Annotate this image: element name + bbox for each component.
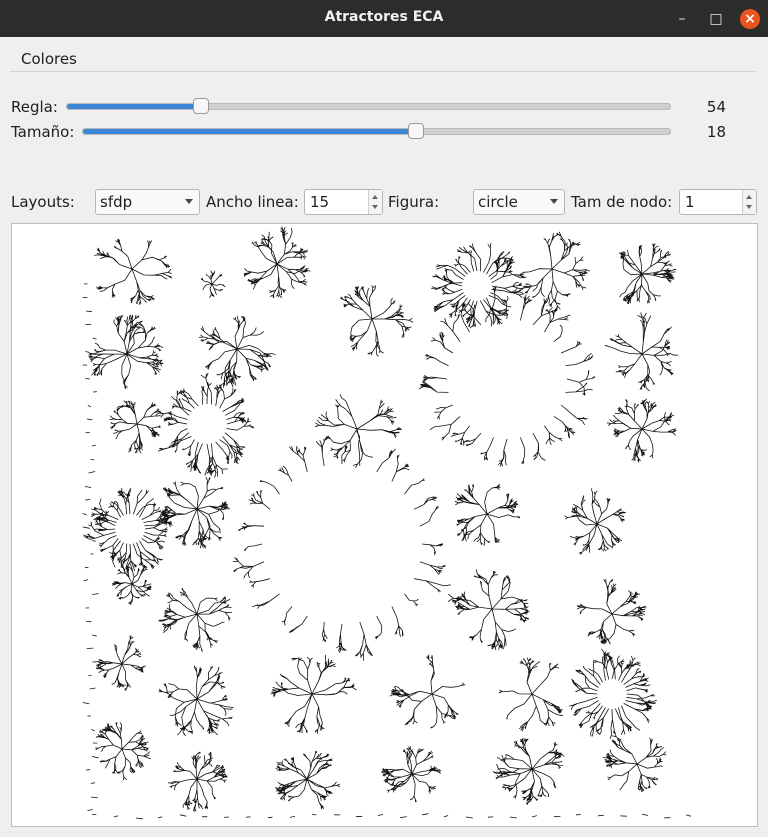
graph-visualization — [82, 226, 692, 820]
regla-slider[interactable] — [66, 98, 671, 114]
ancho-linea-spinbox[interactable]: 15 — [304, 189, 383, 215]
spin-up-icon[interactable] — [372, 195, 378, 199]
tamano-slider-fill — [83, 129, 415, 134]
spin-up-icon[interactable] — [746, 195, 752, 199]
minimize-icon[interactable]: – — [672, 9, 692, 29]
tam-nodo-label: Tam de nodo: — [571, 193, 673, 211]
spin-down-icon[interactable] — [372, 205, 378, 209]
maximize-icon[interactable]: □ — [706, 9, 726, 29]
regla-value: 54 — [706, 98, 726, 116]
chevron-down-icon — [550, 199, 558, 204]
tam-nodo-stepper[interactable] — [742, 190, 756, 214]
tam-nodo-value: 1 — [685, 193, 695, 211]
graph-edges — [82, 226, 692, 820]
close-icon[interactable]: × — [740, 9, 760, 29]
ancho-linea-value: 15 — [310, 193, 330, 211]
layouts-label: Layouts: — [11, 193, 75, 211]
layouts-selected: sfdp — [100, 193, 133, 211]
layouts-select[interactable]: sfdp — [95, 189, 200, 215]
title-bar: Atractores ECA – □ × — [0, 0, 768, 37]
window-title: Atractores ECA — [324, 9, 444, 25]
tamano-value: 18 — [706, 123, 726, 141]
ancho-linea-label: Ancho linea: — [206, 193, 299, 211]
figura-label: Figura: — [388, 193, 440, 211]
menu-bar: Colores — [10, 37, 756, 72]
menu-colores[interactable]: Colores — [21, 50, 77, 68]
regla-label: Regla: — [11, 98, 58, 116]
regla-slider-fill — [67, 104, 200, 109]
tamano-slider[interactable] — [82, 123, 671, 139]
regla-slider-handle[interactable] — [192, 98, 209, 114]
figura-selected: circle — [478, 193, 518, 211]
graph-canvas[interactable] — [11, 223, 758, 827]
ancho-linea-stepper[interactable] — [368, 190, 382, 214]
tamano-slider-handle[interactable] — [407, 123, 424, 139]
tamano-label: Tamaño: — [11, 123, 75, 141]
tam-nodo-spinbox[interactable]: 1 — [679, 189, 757, 215]
figura-select[interactable]: circle — [473, 189, 565, 215]
spin-down-icon[interactable] — [746, 205, 752, 209]
chevron-down-icon — [185, 199, 193, 204]
